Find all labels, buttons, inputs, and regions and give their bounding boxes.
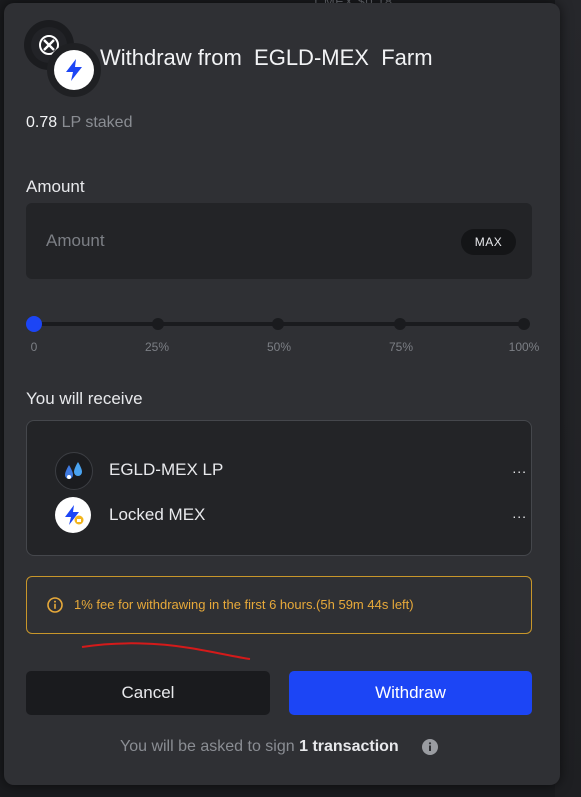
info-icon[interactable] [422,739,438,760]
slider-mark-100: 100% [508,340,540,354]
receive-label: You will receive [26,389,143,408]
receive-item-name: Locked MEX [109,505,206,524]
staked-balance: 0.78 LP staked [26,114,132,132]
slider-handle[interactable] [26,316,42,332]
percentage-slider[interactable] [26,313,530,335]
locked-mex-icon [55,497,91,533]
withdraw-button[interactable]: Withdraw [289,671,532,715]
fee-warning-text: 1% fee for withdrawing in the first 6 ho… [74,597,414,612]
withdraw-modal: Withdraw from EGLD-MEX Farm 0.78 LP stak… [4,3,560,785]
amount-input[interactable] [44,230,428,252]
receive-item-egld-mex-lp: EGLD-MEX LP ... [55,452,526,490]
amount-label: Amount [26,177,85,196]
fee-warning: 1% fee for withdrawing in the first 6 ho… [26,576,532,634]
receive-item-name: EGLD-MEX LP [109,460,224,479]
receive-list: EGLD-MEX LP ... Locked MEX ... [26,420,532,556]
sign-notice-count: 1 transaction [299,738,399,755]
receive-item-value: ... [512,505,527,521]
slider-step-50[interactable] [272,318,284,330]
staked-amount: 0.78 [26,114,58,131]
red-annotation-stroke [81,642,251,660]
cancel-button[interactable]: Cancel [26,671,270,715]
slider-mark-50: 50% [266,340,292,354]
max-button[interactable]: MAX [461,229,516,255]
receive-item-locked-mex: Locked MEX ... [55,497,526,533]
sign-notice: You will be asked to sign 1 transaction [120,738,399,756]
staked-label: LP staked [61,114,133,131]
egld-mex-lp-icon [55,452,93,490]
slider-step-25[interactable] [152,318,164,330]
modal-title: Withdraw from EGLD-MEX Farm [100,45,433,70]
info-circle-icon [47,597,63,618]
slider-mark-25: 25% [144,340,170,354]
receive-item-value: ... [512,460,527,476]
amount-field-container: MAX [26,203,532,279]
slider-mark-75: 75% [388,340,414,354]
mex-token-icon [47,43,101,97]
sign-notice-prefix: You will be asked to sign [120,738,295,755]
slider-mark-0: 0 [30,340,38,354]
slider-step-100[interactable] [518,318,530,330]
pair-name: EGLD-MEX [254,45,369,70]
slider-step-75[interactable] [394,318,406,330]
